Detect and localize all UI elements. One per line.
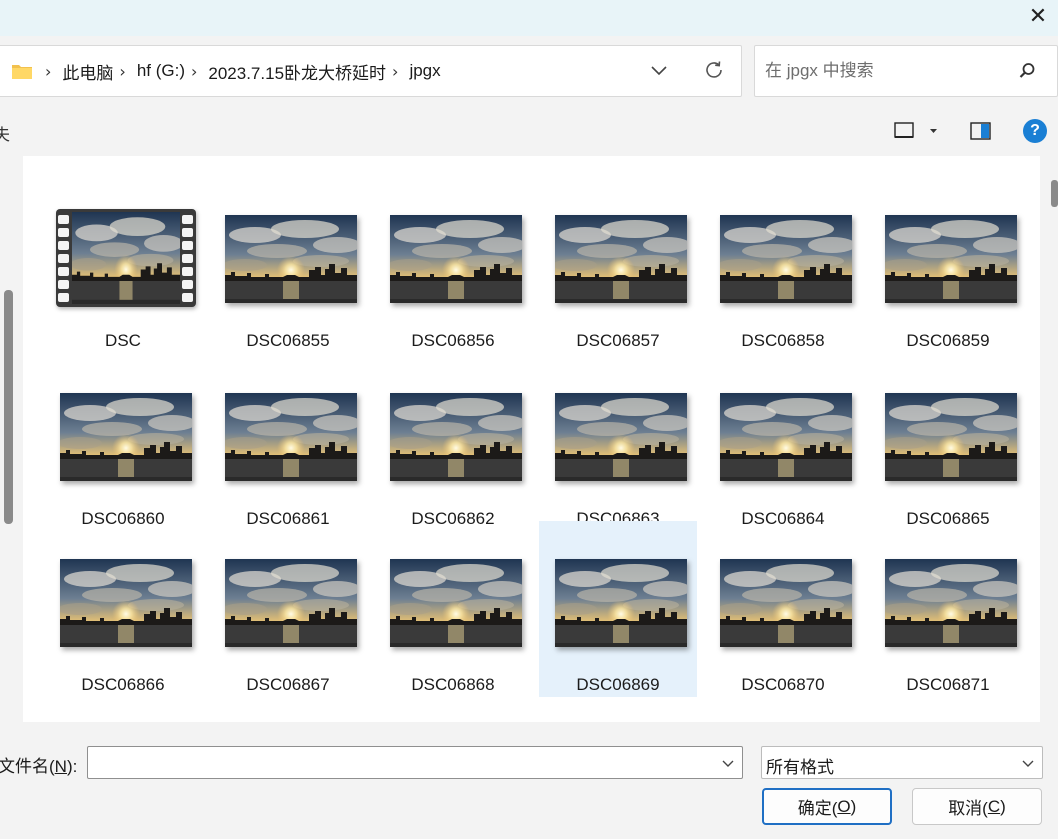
file-item[interactable]: DSC06860 — [44, 355, 202, 531]
file-item[interactable]: DSC06855 — [209, 177, 367, 353]
file-item[interactable]: DSC06859 — [869, 177, 1027, 353]
image-thumbnail — [720, 215, 852, 303]
file-item[interactable]: DSC06858 — [704, 177, 862, 353]
breadcrumb-item[interactable]: jpgx — [409, 61, 440, 81]
breadcrumb-item[interactable]: 2023.7.15卧龙大桥延时 — [208, 59, 386, 84]
file-item[interactable]: DSC06857 — [539, 177, 697, 353]
image-thumbnail — [60, 559, 192, 647]
filename-label: 文件名(N): — [0, 757, 78, 776]
video-file-icon — [56, 209, 196, 307]
image-thumbnail — [885, 393, 1017, 481]
preview-pane-button[interactable] — [969, 120, 993, 142]
help-button[interactable]: ? — [1023, 119, 1047, 143]
search-input[interactable] — [765, 59, 1005, 83]
file-item-video[interactable]: DSC — [44, 177, 202, 353]
image-thumbnail — [390, 215, 522, 303]
breadcrumb-separator-icon[interactable]: › — [119, 62, 125, 81]
close-icon: ✕ — [1028, 3, 1048, 29]
nav-pane-scrollbar[interactable] — [4, 290, 13, 524]
breadcrumb-separator-icon[interactable]: › — [392, 62, 398, 81]
breadcrumb-separator-icon[interactable]: › — [191, 62, 197, 81]
file-name-label: DSC06869 — [576, 675, 660, 694]
close-button[interactable]: ✕ — [1018, 0, 1058, 32]
folder-icon — [12, 65, 32, 79]
view-options-button[interactable] — [893, 120, 941, 142]
file-item[interactable]: DSC06867 — [209, 521, 367, 697]
breadcrumb-item[interactable]: 此电脑 — [62, 59, 113, 84]
file-item[interactable]: DSC06871 — [869, 521, 1027, 697]
refresh-icon — [706, 61, 722, 78]
refresh-button[interactable] — [701, 57, 727, 83]
file-item[interactable]: DSC06866 — [44, 521, 202, 697]
file-name-label: DSC06857 — [576, 331, 660, 350]
search-box[interactable] — [754, 45, 1058, 97]
file-name-label: DSC06858 — [741, 331, 825, 350]
file-item[interactable]: DSC06862 — [374, 355, 532, 531]
chevron-down-icon[interactable] — [720, 755, 736, 771]
image-thumbnail — [555, 559, 687, 647]
filename-field[interactable] — [87, 746, 743, 779]
image-thumbnail — [885, 559, 1017, 647]
toolbar: 夫 ? — [0, 108, 1058, 154]
organize-menu-fragment[interactable]: 夫 — [0, 121, 10, 145]
breadcrumb-item[interactable]: hf (G:) — [137, 61, 185, 81]
image-thumbnail — [555, 215, 687, 303]
preview-pane-icon — [970, 122, 991, 140]
image-thumbnail — [60, 393, 192, 481]
image-thumbnail — [720, 559, 852, 647]
file-item[interactable]: DSC06869 — [539, 521, 697, 697]
help-icon: ? — [1030, 122, 1040, 139]
file-item[interactable]: DSC06864 — [704, 355, 862, 531]
file-item[interactable]: DSC06856 — [374, 177, 532, 353]
view-icon — [894, 122, 937, 138]
image-thumbnail — [390, 393, 522, 481]
file-name-label: DSC06871 — [906, 675, 990, 694]
image-thumbnail — [225, 215, 357, 303]
image-thumbnail — [225, 559, 357, 647]
file-item[interactable]: DSC06870 — [704, 521, 862, 697]
image-thumbnail — [225, 393, 357, 481]
filename-input[interactable] — [94, 751, 714, 775]
file-item[interactable]: DSC06863 — [539, 355, 697, 531]
file-type-select[interactable]: 所有格式 — [761, 746, 1043, 779]
breadcrumb: › 此电脑 › hf (G:) › 2023.7.15卧龙大桥延时 › jpgx — [39, 46, 441, 96]
search-icon[interactable] — [1017, 61, 1037, 81]
file-name-label: DSC06856 — [411, 331, 495, 350]
file-name-label: DSC06866 — [81, 675, 165, 694]
image-thumbnail — [885, 215, 1017, 303]
address-history-button[interactable] — [647, 58, 671, 82]
file-name-label: DSC06868 — [411, 675, 495, 694]
chevron-down-icon — [1022, 760, 1034, 767]
image-thumbnail — [555, 393, 687, 481]
file-item[interactable]: DSC06868 — [374, 521, 532, 697]
chevron-down-icon — [651, 66, 667, 76]
file-type-value: 所有格式 — [766, 758, 834, 777]
file-name-label: DSC06870 — [741, 675, 825, 694]
cancel-button[interactable]: 取消(C) — [912, 788, 1042, 825]
image-thumbnail — [390, 559, 522, 647]
title-bar: ✕ — [0, 0, 1058, 36]
file-name-label: DSC06867 — [246, 675, 330, 694]
breadcrumb-separator-icon[interactable]: › — [45, 62, 51, 81]
ok-button[interactable]: 确定(O) — [762, 788, 892, 825]
file-name-label: DSC — [105, 331, 141, 350]
address-bar[interactable]: › 此电脑 › hf (G:) › 2023.7.15卧龙大桥延时 › jpgx — [0, 45, 742, 97]
file-grid-scrollbar[interactable] — [1051, 180, 1058, 207]
file-grid: DSC DSC06855 DSC06856 DSC06857 DSC06858 … — [23, 156, 1040, 722]
image-thumbnail — [720, 393, 852, 481]
file-item[interactable]: DSC06865 — [869, 355, 1027, 531]
file-name-label: DSC06855 — [246, 331, 330, 350]
file-item[interactable]: DSC06861 — [209, 355, 367, 531]
file-name-label: DSC06859 — [906, 331, 990, 350]
